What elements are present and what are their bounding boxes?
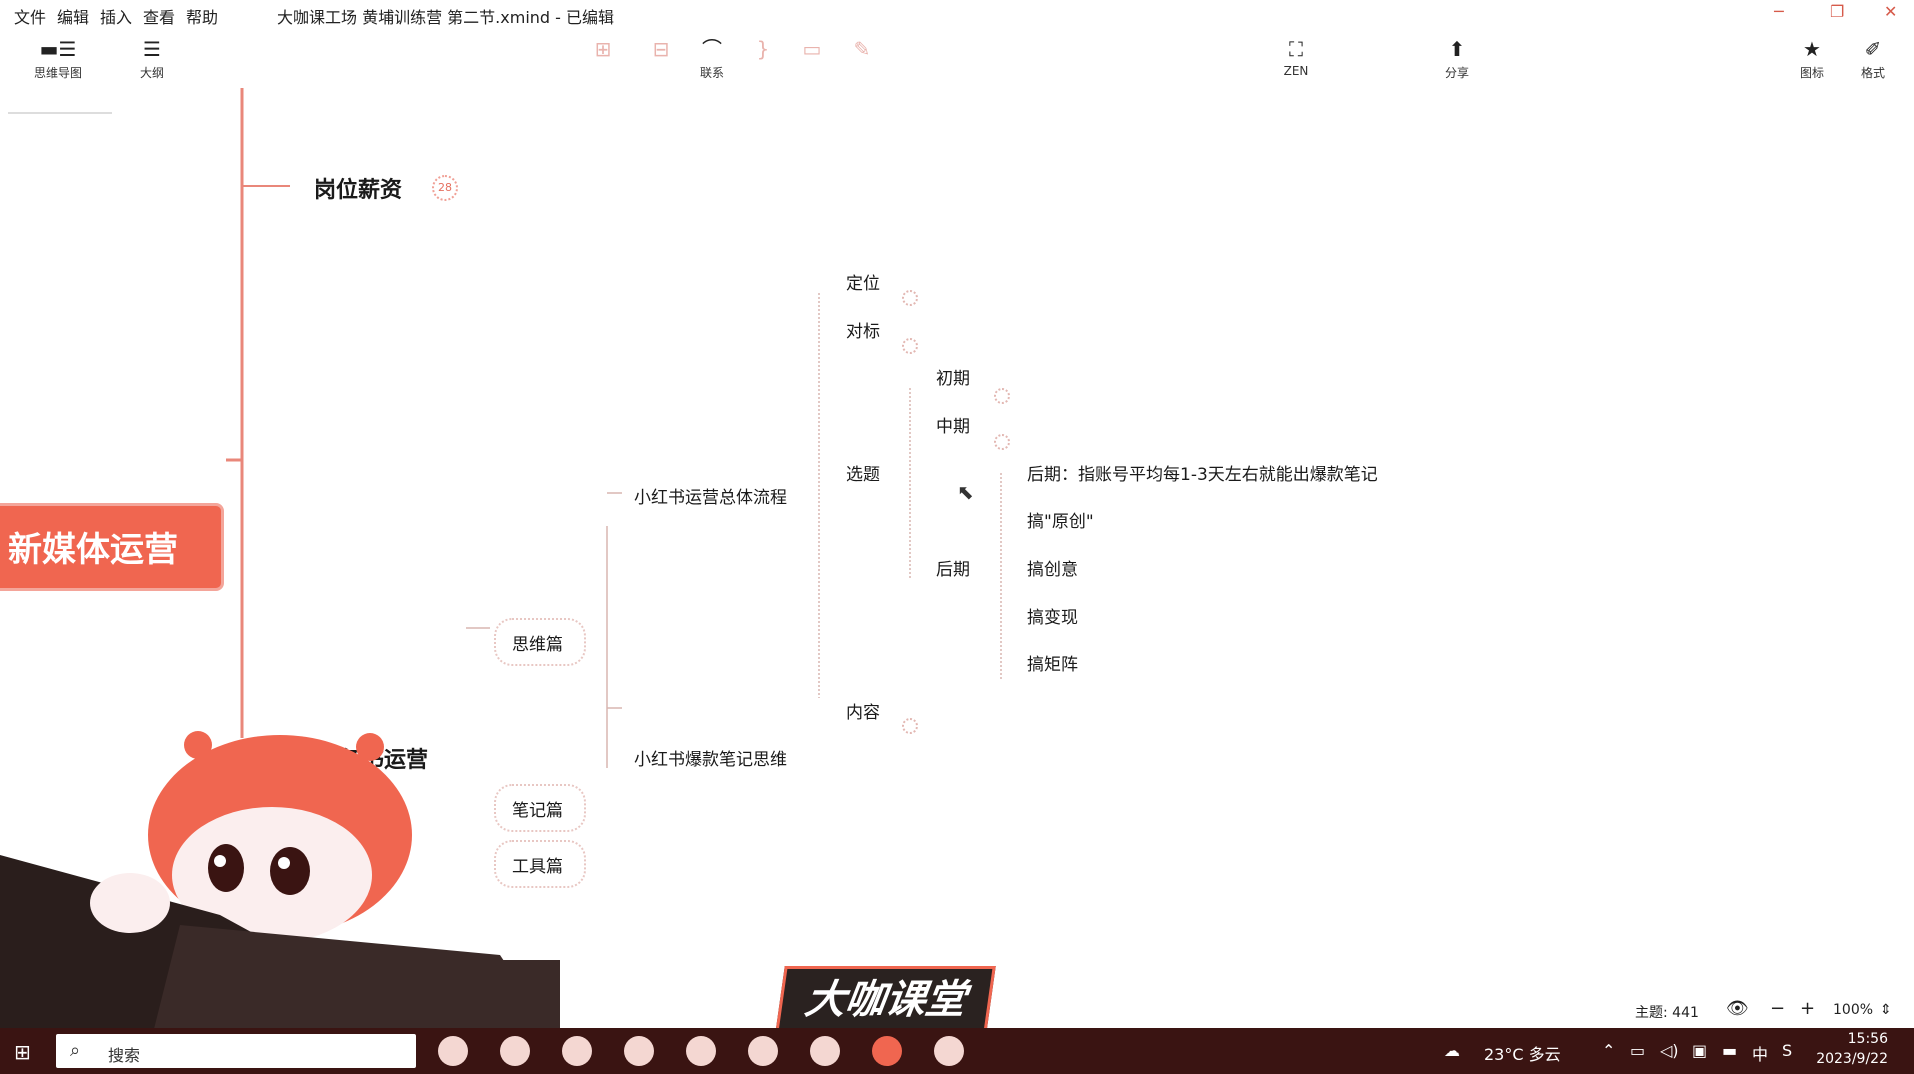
menu-help[interactable]: 帮助: [186, 4, 218, 28]
topic-xuanti[interactable]: 选题: [846, 460, 880, 485]
taskbar-app-icon[interactable]: [500, 1036, 530, 1066]
taskbar-app-icon[interactable]: [748, 1036, 778, 1066]
expand-dot[interactable]: [902, 718, 918, 734]
subtopic-icon: ⊞: [594, 37, 612, 61]
topic-duibiao[interactable]: 对标: [846, 317, 880, 342]
topic-dingwei[interactable]: 定位: [846, 269, 880, 294]
icons-label: 图标: [1799, 66, 1824, 80]
restore-icon[interactable]: ❐: [1830, 2, 1844, 21]
share-button[interactable]: ⬆ 分享: [1427, 36, 1487, 81]
menu-bar: 文件 编辑 插入 查看 帮助 大咖课工场 黄埔训练营 第二节.xmind - 已…: [0, 0, 1914, 28]
format-panel-button[interactable]: ✐ 格式: [1843, 36, 1903, 81]
search-icon: ⌕: [70, 1040, 81, 1061]
pen-icon: ✎: [853, 37, 871, 61]
expand-dot[interactable]: [902, 290, 918, 306]
format-label: 格式: [1860, 66, 1885, 80]
taskbar-app-icon[interactable]: [934, 1036, 964, 1066]
taskbar-app-icon[interactable]: [438, 1036, 468, 1066]
brush-icon: ✐: [1864, 37, 1882, 61]
topic-salary[interactable]: 岗位薪资: [314, 172, 402, 204]
minimize-icon[interactable]: ─: [1774, 2, 1784, 21]
central-topic[interactable]: 新媒体运营: [0, 503, 224, 591]
taskbar: ⊞ ⌕ 搜索 ☁ 23°C 多云 ⌃ ▭ ◁) ▣ ▬ 中 S 15:56 20…: [0, 1028, 1914, 1074]
topic-count: 主题: 441: [1635, 1005, 1699, 1021]
windows-start-icon[interactable]: ⊞: [14, 1040, 31, 1064]
ime-indicator[interactable]: 中: [1752, 1041, 1768, 1065]
menu-edit[interactable]: 编辑: [57, 4, 89, 28]
topic-houqi[interactable]: 后期: [936, 555, 970, 580]
menu-file[interactable]: 文件: [14, 4, 46, 28]
xmind-taskbar-icon[interactable]: [872, 1036, 902, 1066]
relation-label: 联系: [699, 66, 724, 80]
subtopic-button[interactable]: ⊞: [573, 36, 633, 62]
clock-date[interactable]: 2023/9/22: [1816, 1051, 1888, 1067]
menu-insert[interactable]: 插入: [100, 4, 132, 28]
mouse-cursor-icon: ⬉: [957, 480, 974, 504]
taskbar-app-icon[interactable]: [624, 1036, 654, 1066]
volume-icon[interactable]: ◁): [1660, 1041, 1679, 1060]
taskbar-app-icon[interactable]: [810, 1036, 840, 1066]
outline-icon: ☰: [143, 37, 161, 61]
watermark-logo: 大咖课堂: [775, 966, 996, 1034]
topic-chuqi[interactable]: 初期: [936, 364, 970, 389]
battery-icon[interactable]: ▬: [1722, 1041, 1737, 1060]
zoom-in-icon[interactable]: +: [1800, 998, 1815, 1019]
expand-dot[interactable]: [994, 434, 1010, 450]
chevron-up-icon[interactable]: ⌃: [1602, 1041, 1615, 1060]
topic-hit-notes[interactable]: 小红书爆款笔记思维: [634, 745, 787, 770]
zen-button[interactable]: ⛶ ZEN: [1266, 36, 1326, 78]
outline-view-button[interactable]: ☰ 大纲: [122, 36, 182, 81]
topic-juzhen[interactable]: 搞矩阵: [1027, 650, 1078, 675]
mindmap-icon: ▬☰: [39, 37, 77, 61]
zoom-out-icon[interactable]: −: [1770, 998, 1785, 1019]
expand-dot[interactable]: [994, 388, 1010, 404]
topic-zhongqi[interactable]: 中期: [936, 412, 970, 437]
sogou-icon[interactable]: S: [1782, 1041, 1792, 1060]
note-button[interactable]: ✎: [832, 36, 892, 62]
fullscreen-icon: ⛶: [1289, 37, 1303, 61]
toolbar: ▬☰ 思维导图 ☰ 大纲 ⊞ ⊟ ⌒ 联系 } ▭ ✎ ⛶ ZEN ⬆ 分享 ★…: [0, 28, 1914, 114]
zoom-level[interactable]: 100%: [1833, 1002, 1873, 1018]
eye-icon[interactable]: 👁: [1726, 998, 1749, 1019]
icons-panel-button[interactable]: ★ 图标: [1782, 36, 1842, 81]
share-label: 分享: [1444, 66, 1469, 80]
topic-bianxian[interactable]: 搞变现: [1027, 603, 1078, 628]
window-title: 大咖课工场 黄埔训练营 第二节.xmind - 已编辑: [277, 8, 615, 27]
topic-chuangyi[interactable]: 搞创意: [1027, 555, 1078, 580]
close-icon[interactable]: ✕: [1884, 2, 1897, 21]
mascot-illustration: [0, 725, 560, 1045]
outline-label: 大纲: [139, 66, 164, 80]
taskbar-app-icon[interactable]: [686, 1036, 716, 1066]
zen-label: ZEN: [1283, 64, 1309, 78]
menu-view[interactable]: 查看: [143, 4, 175, 28]
network-icon[interactable]: ▭: [1630, 1041, 1645, 1060]
topic-process[interactable]: 小红书运营总体流程: [634, 483, 787, 508]
mindmap-label: 思维导图: [33, 66, 82, 80]
cloud-icon[interactable]: ☁: [1444, 1041, 1460, 1060]
expand-dot[interactable]: [902, 338, 918, 354]
upload-icon: ⬆: [1448, 37, 1466, 61]
mascot-art: [0, 731, 560, 1045]
weather-text[interactable]: 23°C 多云: [1484, 1041, 1561, 1065]
taskbar-app-icon[interactable]: [562, 1036, 592, 1066]
zoom-stepper-icon[interactable]: ⇕: [1880, 1002, 1892, 1018]
topic-siwei[interactable]: 思维篇: [512, 630, 563, 655]
topic-houqi-note[interactable]: 后期：指账号平均每1-3天左右就能出爆款笔记: [1027, 460, 1378, 485]
clock-time[interactable]: 15:56: [1848, 1031, 1888, 1047]
notification-app-icon[interactable]: ▣: [1692, 1041, 1707, 1060]
topic-yuanchuang[interactable]: 搞"原创": [1027, 507, 1094, 532]
collapsed-count-badge[interactable]: 28: [432, 175, 458, 201]
star-icon: ★: [1803, 37, 1821, 61]
taskbar-search-input[interactable]: ⌕ 搜索: [56, 1034, 416, 1068]
topic-neirong[interactable]: 内容: [846, 698, 880, 723]
mindmap-view-button[interactable]: ▬☰ 思维导图: [28, 36, 88, 81]
search-placeholder: 搜索: [108, 1046, 141, 1065]
